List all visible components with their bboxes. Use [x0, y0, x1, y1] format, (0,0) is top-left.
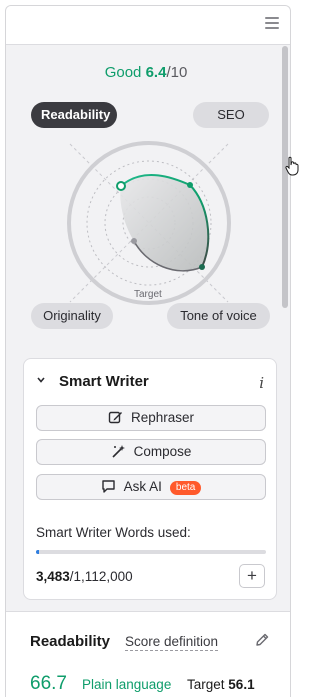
ask-ai-label: Ask AI — [123, 479, 162, 494]
app-panel: Good 6.4/10 Readability SEO Originality … — [5, 5, 291, 697]
words-count: 3,483/1,112,000 — [36, 569, 133, 584]
chevron-down-icon[interactable] — [37, 376, 45, 384]
overall-score: Good 6.4/10 — [6, 64, 286, 81]
edit-icon — [108, 411, 122, 424]
compose-label: Compose — [133, 444, 192, 459]
scrollbar[interactable] — [282, 46, 288, 308]
target-label: Target — [134, 289, 162, 300]
top-bar — [6, 6, 290, 45]
seo-point — [187, 182, 193, 188]
ask-ai-button[interactable]: Ask AI beta — [36, 474, 266, 500]
words-total-value: /1,112,000 — [69, 569, 133, 584]
originality-point — [131, 238, 137, 244]
rephraser-button[interactable]: Rephraser — [36, 405, 266, 431]
smart-writer-card: Smart Writer i Rephraser Compose Ask AI b… — [23, 358, 277, 600]
words-usage-bar — [36, 550, 266, 554]
readability-section: Readability Score definition 66.7 Plain … — [6, 611, 290, 697]
compose-button[interactable]: Compose — [36, 439, 266, 465]
readability-grade: Plain language — [82, 677, 172, 692]
chat-bubble-icon — [101, 480, 115, 493]
hamburger-menu-icon[interactable] — [265, 17, 279, 31]
readability-title: Readability — [30, 633, 111, 650]
tab-seo[interactable]: SEO — [193, 102, 269, 128]
compose-wand-icon — [112, 445, 125, 458]
score-max: /10 — [166, 64, 188, 81]
readability-point — [116, 181, 126, 191]
readability-score: 66.7 — [30, 673, 67, 694]
tab-readability[interactable]: Readability — [31, 102, 117, 128]
score-rating: Good — [104, 64, 142, 81]
score-shape — [120, 174, 209, 271]
hand-cursor-icon — [285, 156, 299, 176]
words-used-label: Smart Writer Words used: — [36, 525, 191, 540]
info-icon[interactable]: i — [259, 374, 264, 392]
target-text: Target — [187, 677, 225, 692]
rephraser-label: Rephraser — [130, 410, 195, 425]
beta-badge: beta — [169, 481, 202, 495]
score-radar-chart — [67, 141, 231, 305]
words-used-value: 3,483 — [36, 569, 70, 584]
score-definition-link[interactable]: Score definition — [125, 634, 219, 651]
pencil-icon[interactable] — [254, 632, 270, 648]
tone-point — [199, 264, 205, 270]
score-value: 6.4 — [145, 64, 167, 81]
target-value: 56.1 — [228, 677, 255, 692]
smart-writer-title[interactable]: Smart Writer — [59, 373, 149, 390]
words-usage-fill — [36, 550, 39, 554]
readability-target: Target 56.1 — [187, 677, 255, 692]
add-words-button[interactable]: + — [239, 564, 265, 588]
